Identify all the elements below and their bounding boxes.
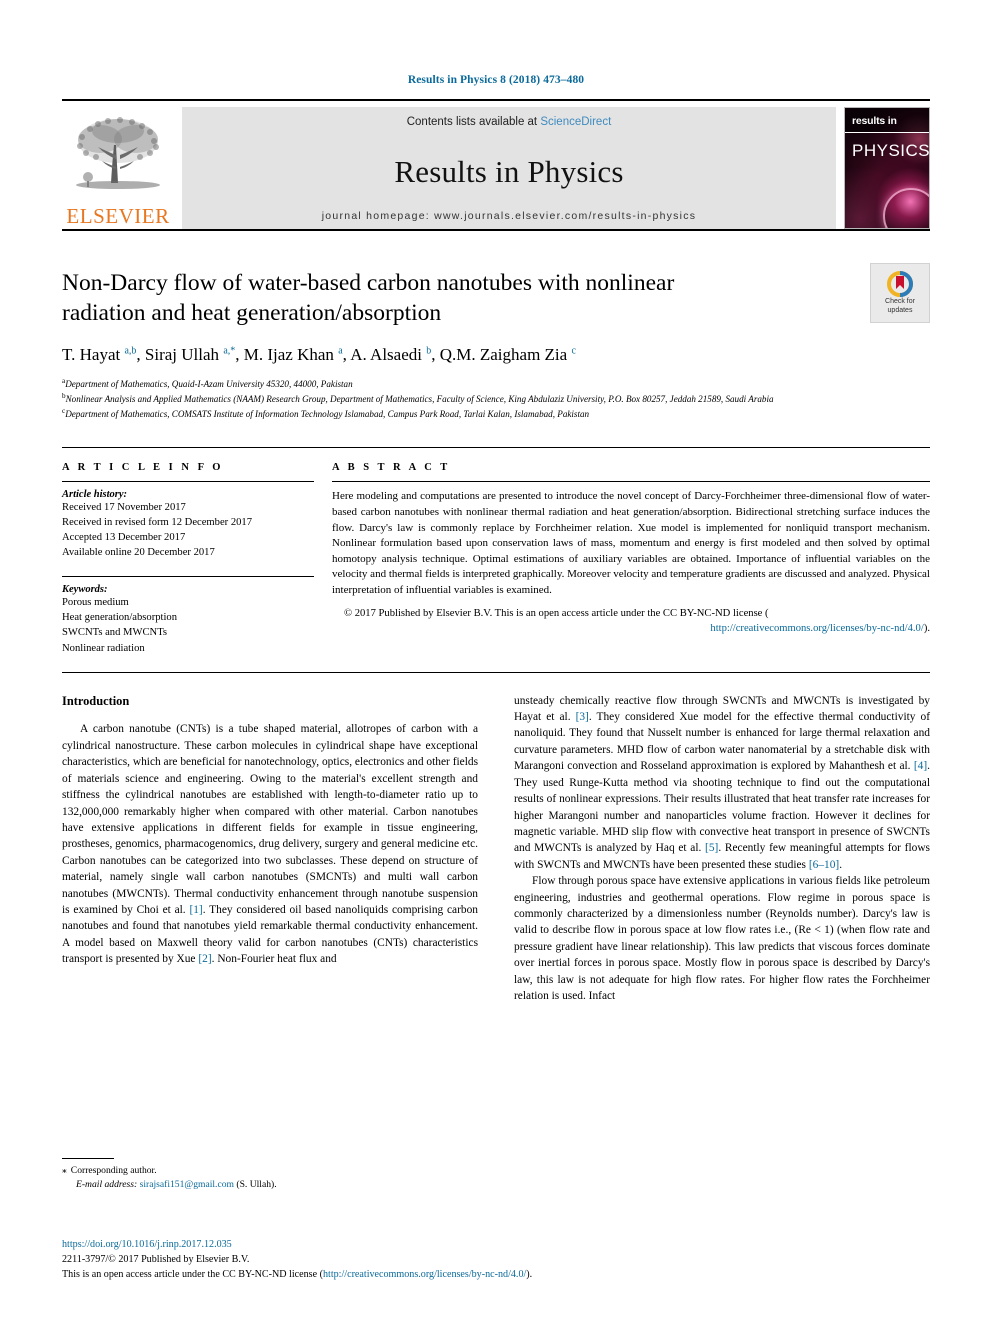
history-item: Accepted 13 December 2017	[62, 532, 186, 544]
affiliation-text: Department of Mathematics, COMSATS Insti…	[65, 409, 590, 420]
intro-paragraph-right-2: Flow through porous space have extensive…	[514, 875, 930, 1003]
article-info-rule	[62, 481, 314, 483]
running-head: Results in Physics 8 (2018) 473–480	[407, 74, 585, 86]
footnote-rule	[62, 1158, 114, 1159]
body-column-right: unsteady chemically reactive flow throug…	[514, 693, 930, 1005]
keywords-label: Keywords:	[62, 584, 108, 596]
abstract-column: A B S T R A C T Here modeling and comput…	[332, 462, 930, 655]
affiliation-item: bNonlinear Analysis and Applied Mathemat…	[62, 391, 930, 406]
info-abstract-section: A R T I C L E I N F O Article history: R…	[62, 447, 930, 655]
email-label: E-mail address:	[76, 1179, 138, 1191]
history-item: Received in revised form 12 December 201…	[62, 517, 253, 529]
affiliation-text: Nonlinear Analysis and Applied Mathemati…	[65, 393, 774, 404]
page-footer: https://doi.org/10.1016/j.rinp.2017.12.0…	[62, 1237, 942, 1282]
footnote-corresponding-line: ⁎ Corresponding author.	[62, 1164, 462, 1178]
copyright-lead: © 2017 Published by Elsevier B.V. This i…	[344, 607, 769, 619]
keyword-item: Nonlinear radiation	[62, 642, 145, 654]
affiliation-item: aDepartment of Mathematics, Quaid-I-Azam…	[62, 376, 930, 391]
contents-line: Contents lists available at ScienceDirec…	[182, 107, 836, 128]
sciencedirect-link[interactable]: ScienceDirect	[540, 116, 611, 128]
crossmark-line2: updates	[887, 306, 913, 314]
body-columns: Introduction A carbon nanotube (CNTs) is…	[62, 693, 930, 1005]
history-item: Available online 20 December 2017	[62, 547, 215, 559]
keyword-item: SWCNTs and MWCNTs	[62, 627, 168, 639]
footer-license-prefix: This is an open access article under the…	[62, 1269, 323, 1281]
elsevier-wordmark: ELSEVIER	[66, 204, 170, 228]
cover-physics-label: PHYSICS	[852, 141, 930, 160]
crossmark-badge[interactable]: Check for updates	[870, 263, 930, 323]
footnote-star: ⁎	[62, 1165, 67, 1176]
affiliation-text: Department of Mathematics, Quaid-I-Azam …	[65, 378, 353, 389]
keyword-item: Heat generation/absorption	[62, 612, 178, 624]
doi-link[interactable]: https://doi.org/10.1016/j.rinp.2017.12.0…	[62, 1237, 942, 1252]
title-block: Non-Darcy flow of water-based carbon nan…	[62, 263, 930, 422]
affiliation-item: cDepartment of Mathematics, COMSATS Inst…	[62, 406, 930, 421]
affiliation-list: aDepartment of Mathematics, Quaid-I-Azam…	[62, 376, 930, 422]
footer-license-tail: ).	[526, 1269, 533, 1281]
contents-prefix: Contents lists available at	[406, 116, 541, 128]
abstract-text: Here modeling and computations are prese…	[332, 490, 930, 596]
elsevier-tree-icon	[76, 117, 160, 189]
copyright-tail: ).	[923, 622, 930, 634]
email-link[interactable]: sirajsafi151@gmail.com	[140, 1179, 234, 1190]
body-top-rule	[62, 671, 930, 673]
page-title: Non-Darcy flow of water-based carbon nan…	[62, 270, 675, 326]
crossmark-icon	[887, 271, 913, 298]
article-info-column: A R T I C L E I N F O Article history: R…	[62, 462, 314, 655]
footer-license-link[interactable]: http://creativecommons.org/licenses/by-n…	[323, 1269, 526, 1280]
crossmark-line1: Check for	[885, 298, 915, 306]
intro-paragraph-left: A carbon nanotube (CNTs) is a tube shape…	[62, 723, 478, 966]
keyword-item: Porous medium	[62, 597, 129, 609]
elsevier-logo: ELSEVIER	[62, 107, 174, 229]
license-link[interactable]: http://creativecommons.org/licenses/by-n…	[710, 623, 923, 634]
journal-homepage-line[interactable]: journal homepage: www.journals.elsevier.…	[182, 210, 836, 229]
crossmark-label: Check for updates	[885, 298, 915, 314]
journal-title: Results in Physics	[394, 154, 624, 189]
journal-cover-thumbnail: results in PHYSICS	[844, 107, 930, 229]
abstract-heading: A B S T R A C T	[332, 462, 451, 474]
footnote-email-line: E-mail address: sirajsafi151@gmail.com (…	[62, 1178, 462, 1192]
article-page: Results in Physics 8 (2018) 473–480 ELSE…	[0, 0, 992, 1323]
corresponding-author-footnote: ⁎ Corresponding author. E-mail address: s…	[62, 1158, 462, 1193]
article-history-label: Article history:	[62, 489, 128, 501]
abstract-copyright: © 2017 Published by Elsevier B.V. This i…	[332, 606, 930, 636]
footnote-corresponding-text: Corresponding author.	[70, 1165, 157, 1176]
masthead-bottom-rule	[62, 229, 930, 231]
section-heading-introduction: Introduction	[62, 693, 130, 708]
journal-band: Contents lists available at ScienceDirec…	[182, 107, 836, 229]
email-owner: (S. Ullah).	[236, 1179, 277, 1191]
history-item: Received 17 November 2017	[62, 502, 186, 514]
body-column-left: Introduction A carbon nanotube (CNTs) is…	[62, 693, 478, 1005]
footer-license-line: This is an open access article under the…	[62, 1267, 942, 1282]
cover-results-label: results in	[845, 108, 929, 133]
article-info-heading: A R T I C L E I N F O	[62, 462, 224, 474]
keywords-block: Keywords: Porous medium Heat generation/…	[62, 576, 314, 655]
author-list: T. Hayat a,b, Siraj Ullah a,*, M. Ijaz K…	[62, 344, 576, 364]
issn-copyright-line: 2211-3797/© 2017 Published by Elsevier B…	[62, 1254, 250, 1266]
abstract-rule	[332, 481, 930, 483]
intro-paragraph-right-1: unsteady chemically reactive flow throug…	[514, 694, 930, 871]
journal-masthead: ELSEVIER Contents lists available at Sci…	[62, 99, 930, 231]
